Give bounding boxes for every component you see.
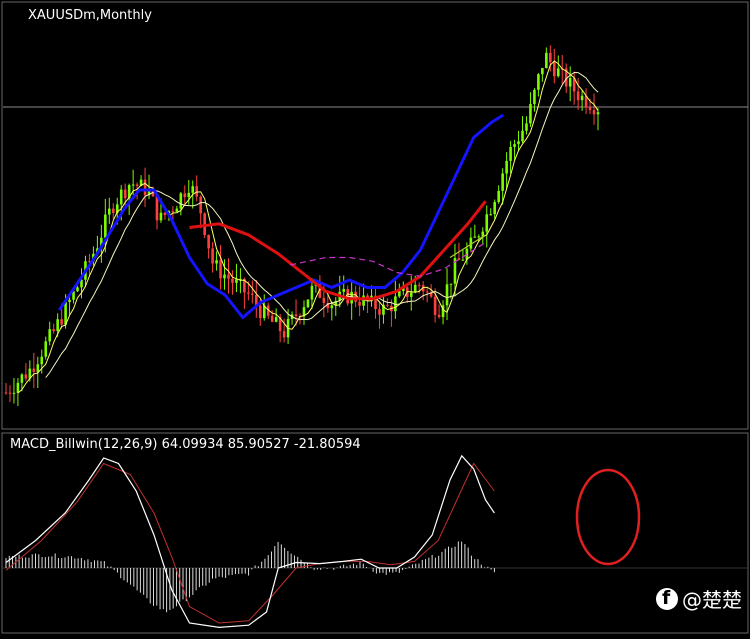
chart-area: [0, 0, 750, 639]
facebook-icon: [656, 587, 678, 610]
macd-title: MACD_Billwin(12,26,9) 64.09934 85.90527 …: [10, 437, 361, 452]
watermark: @楚楚: [656, 584, 742, 613]
chart-title: XAUUSDm,Monthly: [28, 8, 152, 23]
candle: [306, 299, 310, 309]
watermark-text: @楚楚: [682, 588, 742, 612]
